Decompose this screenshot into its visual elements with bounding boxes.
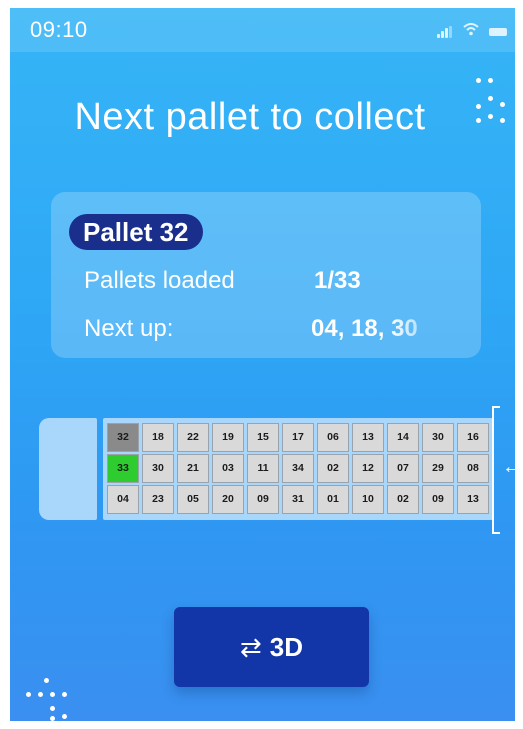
pallet-slot[interactable]: 13: [352, 423, 384, 452]
pallet-slot[interactable]: 17: [282, 423, 314, 452]
battery-icon: [489, 28, 507, 36]
wifi-icon: [463, 23, 481, 37]
truck-cab: [39, 418, 97, 520]
status-time: 09:10: [30, 17, 88, 42]
pallet-slot[interactable]: 09: [422, 485, 454, 514]
view-3d-label: 3D: [269, 632, 304, 662]
pallet-slot[interactable]: 13: [457, 485, 489, 514]
pallet-slot[interactable]: 16: [457, 423, 489, 452]
pallet-slot[interactable]: 15: [247, 423, 279, 452]
pallet-slot[interactable]: 30: [422, 423, 454, 452]
pallets-loaded-label: Pallets loaded: [84, 267, 235, 294]
truck-trailer: 32 18 22 19 15 17 06 13 14 30 16 33 30 21 03 11 34 02 12 07…: [103, 418, 493, 520]
pallet-info-card: Pallet 32 Pallets loaded 1/33 Next up: 0…: [51, 192, 481, 358]
pallet-slot[interactable]: 04: [107, 485, 139, 514]
pallet-slot[interactable]: 02: [387, 485, 419, 514]
page-title: Next pallet to collect: [74, 96, 426, 138]
app-screen: 09:10 Next pallet to collect Pallet 32 P…: [10, 8, 515, 721]
pallet-slot[interactable]: 07: [387, 454, 419, 483]
pallet-slot[interactable]: 30: [142, 454, 174, 483]
pallet-slot[interactable]: 34: [282, 454, 314, 483]
trailer-door-bracket: [492, 406, 500, 534]
pallet-slot[interactable]: 31: [282, 485, 314, 514]
pallet-slot[interactable]: 29: [422, 454, 454, 483]
pallet-slot[interactable]: 22: [177, 423, 209, 452]
pallet-slot[interactable]: 23: [142, 485, 174, 514]
pallet-slot[interactable]: 03: [212, 454, 244, 483]
pallet-slot[interactable]: 09: [247, 485, 279, 514]
pallet-slot[interactable]: 10: [352, 485, 384, 514]
pallet-slot[interactable]: 01: [317, 485, 349, 514]
status-bar: 09:10: [10, 8, 515, 52]
pallet-slot[interactable]: 14: [387, 423, 419, 452]
pallet-slot[interactable]: 12: [352, 454, 384, 483]
pallets-loaded-value: 1/33: [314, 267, 361, 294]
pallet-slot[interactable]: 20: [212, 485, 244, 514]
pallet-slot[interactable]: 02: [317, 454, 349, 483]
pallet-slot[interactable]: 19: [212, 423, 244, 452]
pallet-slot[interactable]: 21: [177, 454, 209, 483]
pallet-slot[interactable]: 06: [317, 423, 349, 452]
decorative-dots-icon: [22, 672, 82, 721]
arrow-left-icon: ←: [502, 456, 515, 478]
signal-icon: [437, 26, 453, 38]
pallet-slot[interactable]: 11: [247, 454, 279, 483]
view-3d-button[interactable]: ⇄ 3D: [174, 607, 369, 687]
next-up-label: Next up:: [84, 315, 174, 342]
pallet-slot[interactable]: 05: [177, 485, 209, 514]
pallet-slot[interactable]: 08: [457, 454, 489, 483]
pallet-slot[interactable]: 32: [107, 423, 139, 452]
next-up-value: 04, 18, 30: [311, 315, 441, 343]
pallet-slot[interactable]: 33: [107, 454, 139, 483]
current-pallet-badge: Pallet 32: [69, 214, 203, 250]
pallet-slot[interactable]: 18: [142, 423, 174, 452]
swap-arrows-icon: ⇄: [239, 632, 262, 662]
